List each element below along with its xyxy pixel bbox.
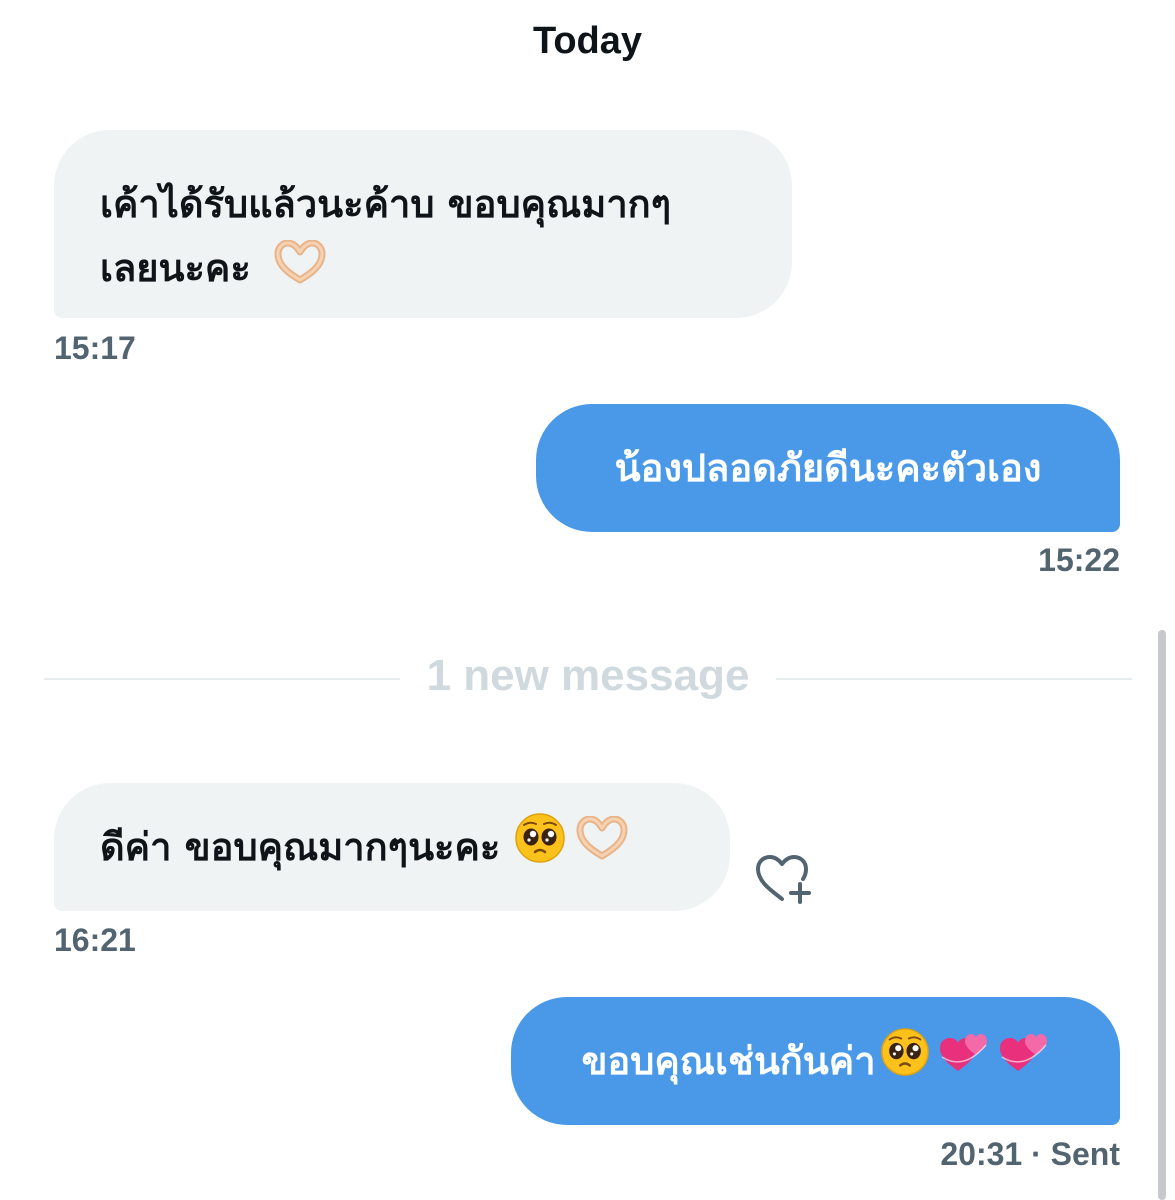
message-bubble-sent[interactable]: ขอบคุณเช่นกันค่า <box>511 997 1120 1125</box>
heart-hands-icon <box>272 239 328 303</box>
message-bubble-sent[interactable]: น้องปลอดภัยดีนะคะตัวเอง <box>536 404 1120 532</box>
message-text: ขอบคุณเช่นกันค่า <box>581 1039 876 1083</box>
heart-plus-icon[interactable] <box>752 852 818 908</box>
message-text-line: เลยนะคะ <box>100 246 251 290</box>
message-bubble-received[interactable]: เค้าได้รับแล้วนะค้าบ ขอบคุณมากๆ เลยนะคะ <box>54 130 792 318</box>
divider-line <box>44 678 400 680</box>
scrollbar-thumb[interactable] <box>1158 630 1166 1200</box>
pleading-face-icon <box>880 1027 930 1096</box>
message-timestamp: 15:22 <box>1038 542 1120 578</box>
message-status-row: 20:31 · Sent <box>820 1134 1120 1174</box>
heart-hands-icon <box>574 815 630 879</box>
message-timestamp: 20:31 <box>940 1136 1023 1172</box>
two-hearts-icon <box>938 1027 990 1096</box>
message-text: น้องปลอดภัยดีนะคะตัวเอง <box>614 446 1042 490</box>
date-header: Today <box>532 20 643 62</box>
message-text: ดีค่า ขอบคุณมากๆนะคะ <box>100 825 501 869</box>
message-bubble-received[interactable]: ดีค่า ขอบคุณมากๆนะคะ <box>54 783 730 911</box>
new-message-divider: 1 new message <box>426 651 750 700</box>
message-text-line: เค้าได้รับแล้วนะค้าบ ขอบคุณมากๆ <box>100 182 672 226</box>
divider-line <box>776 678 1132 680</box>
two-hearts-icon <box>998 1027 1050 1096</box>
message-timestamp: 16:21 <box>54 922 136 958</box>
pleading-face-icon <box>514 812 566 883</box>
message-status: · Sent <box>1031 1136 1120 1172</box>
message-timestamp: 15:17 <box>54 330 136 366</box>
